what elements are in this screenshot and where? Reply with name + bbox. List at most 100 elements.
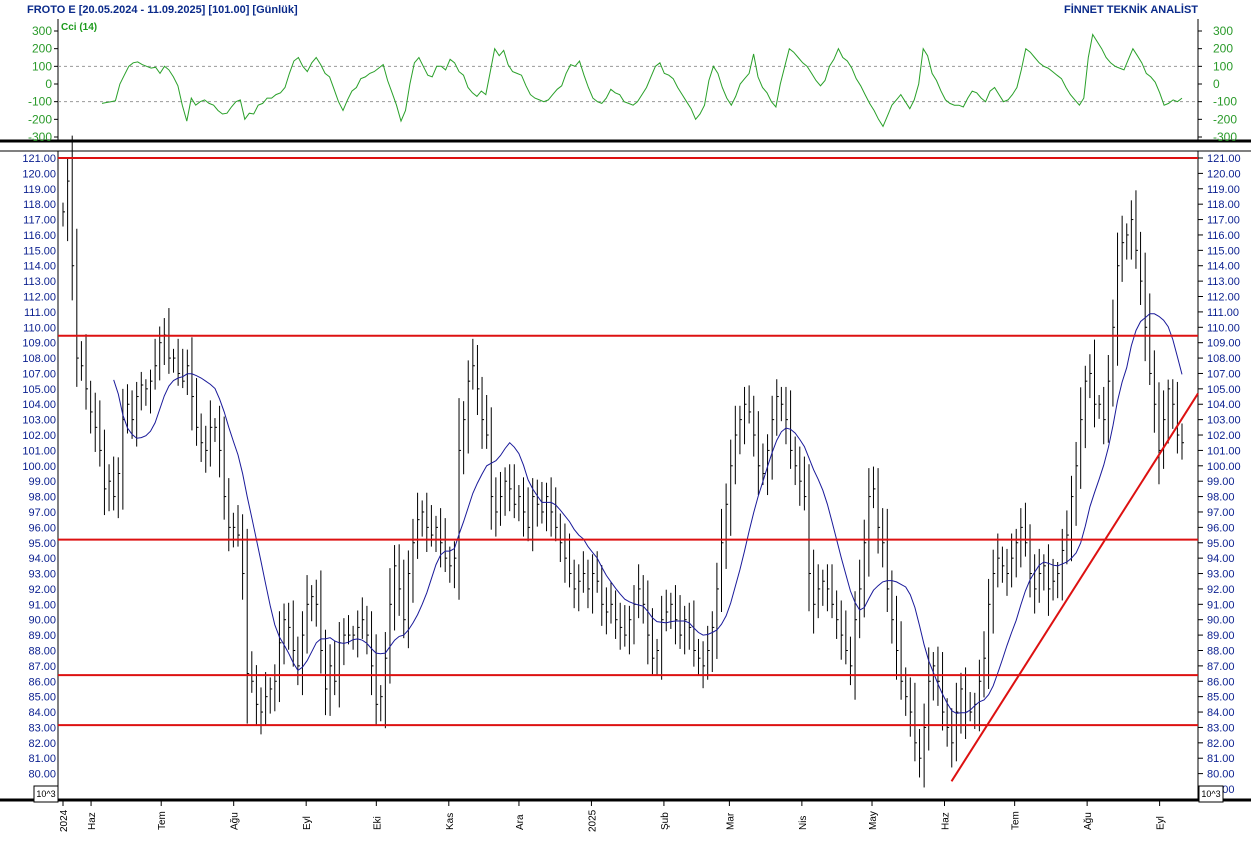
price-tick-right: 95.00 xyxy=(1207,538,1235,550)
cci-tick-right: 0 xyxy=(1213,77,1220,91)
price-tick-left: 117.00 xyxy=(23,215,56,227)
x-month-label: Eki xyxy=(372,816,383,830)
price-tick-left: 114.00 xyxy=(23,261,56,273)
price-tick-right: 119.00 xyxy=(1207,184,1240,196)
price-tick-right: 109.00 xyxy=(1207,338,1241,350)
price-tick-left: 81.00 xyxy=(28,753,56,765)
price-tick-right: 100.00 xyxy=(1207,461,1241,473)
price-tick-right: 96.00 xyxy=(1207,522,1235,534)
price-tick-right: 89.00 xyxy=(1207,630,1235,642)
x-month-label: Kas xyxy=(445,813,456,830)
price-tick-left: 93.00 xyxy=(28,569,56,581)
price-tick-right: 99.00 xyxy=(1207,476,1235,488)
cci-tick-left: -100 xyxy=(28,95,52,109)
price-tick-left: 112.00 xyxy=(23,292,56,304)
cci-tick-right: -100 xyxy=(1213,95,1237,109)
price-tick-left: 80.00 xyxy=(28,769,56,781)
price-tick-right: 121.00 xyxy=(1207,153,1241,165)
price-tick-right: 97.00 xyxy=(1207,507,1235,519)
price-tick-left: 121.00 xyxy=(22,153,56,165)
price-tick-left: 83.00 xyxy=(28,722,56,734)
price-tick-right: 112.00 xyxy=(1207,292,1240,304)
price-tick-left: 103.00 xyxy=(22,415,56,427)
price-tick-right: 114.00 xyxy=(1207,261,1240,273)
price-ticks: 121.00 121.00 120.00 120.00 119.00 119.00 118.… xyxy=(22,153,1240,796)
cci-tick-left: -200 xyxy=(28,112,52,126)
x-month-label: Haz xyxy=(941,812,952,830)
price-tick-right: 93.00 xyxy=(1207,569,1235,581)
price-tick-left: 84.00 xyxy=(28,707,56,719)
x-month-label: Ağu xyxy=(1083,812,1094,830)
price-tick-left: 104.00 xyxy=(22,399,56,411)
price-tick-left: 105.00 xyxy=(22,384,56,396)
price-tick-left: 119.00 xyxy=(23,184,56,196)
x-axis-labels: 2024 Haz Tem Ağu Eyl Eki Kas Ara 2025 Şub Mar Nis Ma… xyxy=(59,800,1167,832)
cci-tick-right: -200 xyxy=(1213,112,1237,126)
price-tick-right: 88.00 xyxy=(1207,645,1235,657)
price-tick-left: 109.00 xyxy=(22,338,56,350)
price-tick-left: 90.00 xyxy=(28,615,56,627)
price-tick-left: 97.00 xyxy=(28,507,56,519)
cci-tick-left: -300 xyxy=(28,130,52,144)
price-tick-left: 86.00 xyxy=(28,676,56,688)
price-tick-left: 100.00 xyxy=(22,461,56,473)
brand-label: FİNNET TEKNİK ANALİST xyxy=(1064,3,1198,16)
svg-text:10^3: 10^3 xyxy=(1201,789,1220,799)
x-year-label: 2024 xyxy=(59,809,70,832)
price-tick-left: 118.00 xyxy=(23,199,56,211)
price-tick-right: 94.00 xyxy=(1207,553,1235,565)
price-tick-right: 86.00 xyxy=(1207,676,1235,688)
price-tick-right: 118.00 xyxy=(1207,199,1240,211)
price-tick-left: 89.00 xyxy=(28,630,56,642)
price-tick-left: 101.00 xyxy=(22,445,56,457)
x-month-label: Eyl xyxy=(302,816,313,830)
price-tick-right: 110.00 xyxy=(1207,322,1240,334)
price-tick-right: 84.00 xyxy=(1207,707,1235,719)
cci-tick-left: 0 xyxy=(45,77,52,91)
price-tick-left: 85.00 xyxy=(28,692,56,704)
cci-tick-left: 300 xyxy=(32,24,52,38)
cci-tick-left: 200 xyxy=(32,42,52,56)
price-tick-left: 96.00 xyxy=(28,522,56,534)
price-tick-right: 80.00 xyxy=(1207,769,1235,781)
x-month-label: Eyl xyxy=(1156,816,1167,830)
x-month-label: Şub xyxy=(660,812,671,830)
price-tick-right: 91.00 xyxy=(1207,599,1235,611)
price-tick-right: 103.00 xyxy=(1207,415,1241,427)
cci-panel: Cci (14) 300 300 200 200 100 100 0 0 -100 -100 -20… xyxy=(0,19,1251,144)
x-year-label: 2025 xyxy=(587,809,598,832)
price-tick-left: 87.00 xyxy=(28,661,56,673)
price-tick-left: 111.00 xyxy=(24,307,56,319)
cci-tick-left: 100 xyxy=(32,59,52,73)
svg-text:10^3: 10^3 xyxy=(36,789,55,799)
price-tick-right: 115.00 xyxy=(1207,245,1240,257)
price-tick-right: 117.00 xyxy=(1207,215,1240,227)
price-tick-right: 111.00 xyxy=(1207,307,1239,319)
cci-reference-lines xyxy=(58,65,1198,103)
scale-badge-right: 10^3 xyxy=(1198,785,1224,803)
x-month-label: Haz xyxy=(87,812,98,830)
price-tick-right: 92.00 xyxy=(1207,584,1235,596)
price-tick-right: 85.00 xyxy=(1207,692,1235,704)
price-tick-right: 107.00 xyxy=(1207,368,1241,380)
chart-title: FROTO E [20.05.2024 - 11.09.2025] [101.0… xyxy=(27,4,298,16)
price-tick-right: 87.00 xyxy=(1207,661,1235,673)
price-tick-left: 99.00 xyxy=(28,476,56,488)
price-tick-left: 107.00 xyxy=(22,368,56,380)
price-tick-left: 113.00 xyxy=(23,276,56,288)
x-month-label: Tem xyxy=(1011,811,1022,830)
price-tick-right: 98.00 xyxy=(1207,492,1235,504)
price-tick-right: 82.00 xyxy=(1207,738,1235,750)
cci-tick-right: 100 xyxy=(1213,59,1233,73)
price-tick-right: 120.00 xyxy=(1207,168,1241,180)
price-tick-left: 91.00 xyxy=(28,599,56,611)
price-panel: 121.00 121.00 120.00 120.00 119.00 119.00 118.… xyxy=(0,135,1251,832)
x-month-label: Ara xyxy=(515,814,526,830)
price-tick-right: 113.00 xyxy=(1207,276,1240,288)
x-month-label: Mar xyxy=(725,812,736,830)
cci-tick-right: 200 xyxy=(1213,42,1233,56)
chart-canvas: FROTO E [20.05.2024 - 11.09.2025] [101.0… xyxy=(0,3,1251,832)
price-bars xyxy=(62,135,1184,788)
price-tick-right: 101.00 xyxy=(1207,445,1241,457)
price-tick-left: 98.00 xyxy=(28,492,56,504)
